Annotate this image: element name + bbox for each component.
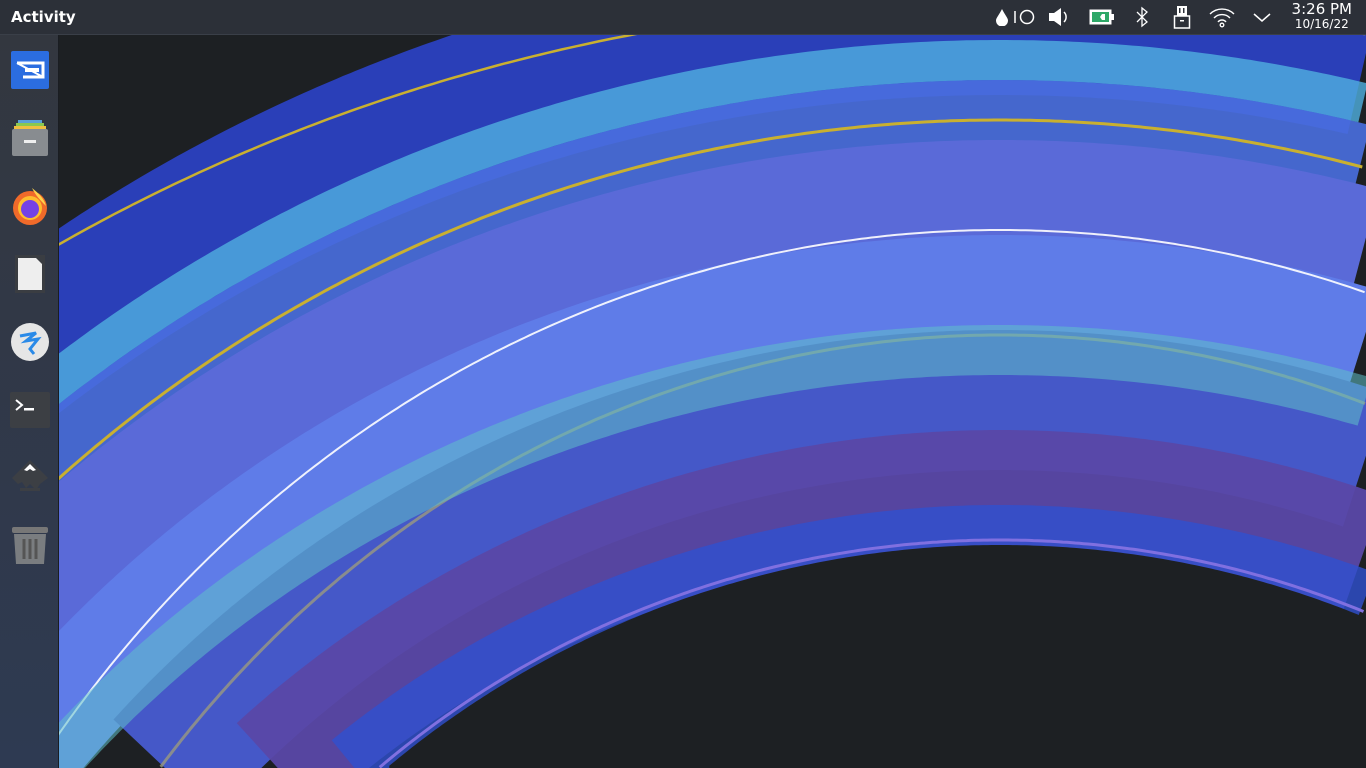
bluetooth-icon[interactable] (1122, 6, 1162, 28)
dock (0, 35, 59, 768)
chevron-down-icon[interactable] (1242, 10, 1282, 24)
volume-icon[interactable] (1036, 6, 1082, 28)
screenshot-tool-icon[interactable] (9, 49, 51, 91)
battery-charging-icon[interactable] (1082, 9, 1122, 25)
desktop: Activity 3:26 PM 10/16/22 (0, 0, 1366, 768)
system-tray: 3:26 PM 10/16/22 (992, 0, 1366, 35)
wifi-icon[interactable] (1202, 6, 1242, 28)
firefox-icon[interactable] (9, 185, 51, 227)
activity-button[interactable]: Activity (0, 8, 992, 26)
clock[interactable]: 3:26 PM 10/16/22 (1282, 2, 1366, 32)
drop-icon[interactable] (992, 8, 1012, 26)
usb-drive-icon[interactable] (1162, 5, 1202, 29)
trash-icon[interactable] (9, 525, 51, 567)
top-panel: Activity 3:26 PM 10/16/22 (0, 0, 1366, 35)
circle-icon[interactable] (1012, 8, 1036, 26)
desktop-wallpaper (0, 0, 1366, 768)
inkscape-icon[interactable] (9, 457, 51, 499)
document-viewer-icon[interactable] (9, 253, 51, 295)
file-manager-icon[interactable] (9, 117, 51, 159)
clock-date: 10/16/22 (1294, 17, 1349, 31)
terminal-icon[interactable] (9, 389, 51, 431)
kde-app-icon[interactable] (9, 321, 51, 363)
clock-time: 3:26 PM (1291, 0, 1352, 18)
